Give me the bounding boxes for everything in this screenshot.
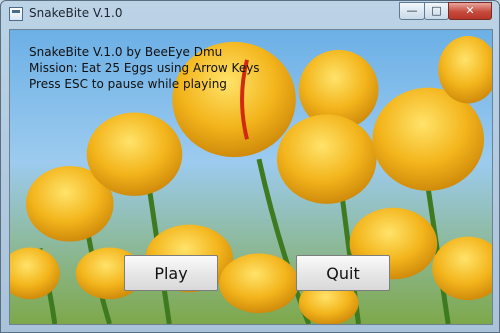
game-credit-text: SnakeBite V.1.0 by BeeEye Dmu: [29, 45, 223, 59]
window-icon: [9, 7, 23, 21]
game-panel: SnakeBite V.1.0 by BeeEye Dmu Mission: E…: [9, 29, 493, 325]
window-title: SnakeBite V.1.0: [29, 6, 123, 20]
title-bar[interactable]: SnakeBite V.1.0 — □ ✕: [1, 1, 499, 29]
maximize-button[interactable]: □: [424, 2, 449, 20]
minimize-button[interactable]: —: [399, 2, 425, 20]
quit-button[interactable]: Quit: [296, 255, 390, 291]
app-window: SnakeBite V.1.0 — □ ✕ SnakeBite V.1.0 by…: [0, 0, 500, 333]
play-button[interactable]: Play: [124, 255, 218, 291]
close-button[interactable]: ✕: [448, 2, 492, 20]
mission-text: Mission: Eat 25 Eggs using Arrow Keys: [29, 61, 260, 75]
pause-hint-text: Press ESC to pause while playing: [29, 77, 227, 91]
